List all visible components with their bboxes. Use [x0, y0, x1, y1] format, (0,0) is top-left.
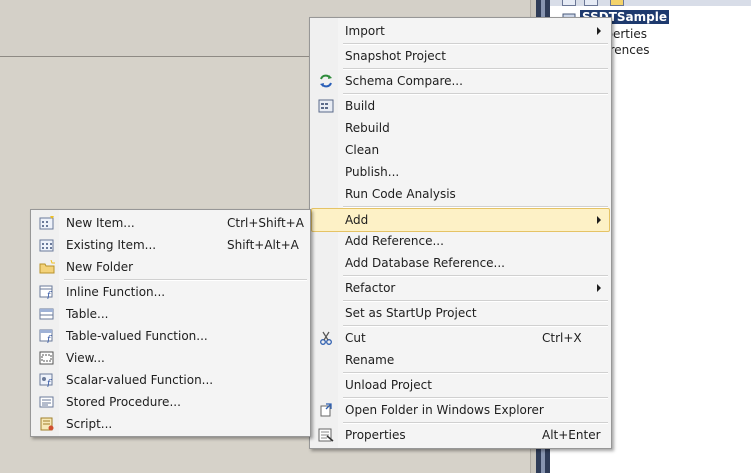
menu-item-table[interactable]: Table...: [33, 303, 308, 325]
menu-item-label: Script...: [66, 417, 113, 431]
menu-item-view[interactable]: View...: [33, 347, 308, 369]
script-icon: [39, 417, 55, 431]
menu-item-shortcut: Ctrl+X: [542, 331, 582, 345]
new-folder-icon: [39, 259, 55, 274]
build-icon: [318, 99, 334, 113]
menu-item-schema-compare[interactable]: Schema Compare...: [312, 70, 609, 92]
menu-item-label: Properties: [345, 428, 406, 442]
submenu-arrow-icon: [597, 27, 601, 35]
menu-item-clean[interactable]: Clean: [312, 139, 609, 161]
stored-procedure-icon: [39, 395, 55, 409]
menu-item-run-code-analysis[interactable]: Run Code Analysis: [312, 183, 609, 205]
project-context-menu: Import Snapshot Project Schema Compare... B…: [309, 17, 612, 449]
view-icon: [39, 351, 55, 365]
submenu-arrow-icon: [597, 216, 601, 224]
table-icon: [39, 307, 55, 321]
solution-explorer-toolbar: [550, 0, 751, 6]
menu-item-label: Build: [345, 99, 376, 113]
menu-item-add-database-reference[interactable]: Add Database Reference...: [312, 252, 609, 274]
toolbar-button-icon[interactable]: [562, 0, 576, 6]
menu-item-properties[interactable]: Properties Alt+Enter: [312, 424, 609, 446]
menu-item-label: Rebuild: [345, 121, 390, 135]
menu-item-label: Import: [345, 24, 385, 38]
menu-item-open-folder-in-windows-explorer[interactable]: Open Folder in Windows Explorer: [312, 399, 609, 421]
menu-item-label: Add: [345, 213, 369, 227]
menu-item-add[interactable]: Add: [311, 208, 610, 232]
menu-item-script[interactable]: Script...: [33, 413, 308, 435]
menu-item-label: Open Folder in Windows Explorer: [345, 403, 544, 417]
menu-item-import[interactable]: Import: [312, 20, 609, 42]
menu-item-label: Rename: [345, 353, 395, 367]
menu-item-set-as-startup-project[interactable]: Set as StartUp Project: [312, 302, 609, 324]
menu-item-label: Table...: [66, 307, 109, 321]
menu-item-label: Snapshot Project: [345, 49, 446, 63]
menu-item-label: Stored Procedure...: [66, 395, 181, 409]
menu-item-label: Schema Compare...: [345, 74, 463, 88]
menu-item-inline-function[interactable]: f Inline Function...: [33, 281, 308, 303]
menu-item-unload-project[interactable]: Unload Project: [312, 374, 609, 396]
menu-item-shortcut: Alt+Enter: [542, 428, 601, 442]
menu-item-table-valued-function[interactable]: f Table-valued Function...: [33, 325, 308, 347]
add-submenu: New Item... Ctrl+Shift+A Existing Item... S…: [30, 209, 311, 437]
submenu-arrow-icon: [597, 284, 601, 292]
toolbar-folder-icon[interactable]: [610, 0, 624, 6]
menu-item-add-reference[interactable]: Add Reference...: [312, 230, 609, 252]
menu-item-rename[interactable]: Rename: [312, 349, 609, 371]
menu-item-label: Scalar-valued Function...: [66, 373, 214, 387]
inline-function-icon: f: [39, 285, 55, 301]
scissors-icon: [318, 331, 334, 345]
menu-item-scalar-valued-function[interactable]: f Scalar-valued Function...: [33, 369, 308, 391]
menu-item-new-folder[interactable]: New Folder: [33, 256, 308, 278]
scalar-function-icon: f: [39, 373, 55, 389]
menu-item-shortcut: Shift+Alt+A: [227, 238, 299, 252]
menu-item-refactor[interactable]: Refactor: [312, 277, 609, 299]
menu-item-snapshot-project[interactable]: Snapshot Project: [312, 45, 609, 67]
menu-item-label: New Folder: [66, 260, 134, 274]
menu-item-cut[interactable]: Cut Ctrl+X: [312, 327, 609, 349]
menu-item-label: Cut: [345, 331, 366, 345]
menu-item-label: Add Reference...: [345, 234, 444, 248]
existing-item-icon: [39, 238, 55, 252]
menu-item-label: Table-valued Function...: [66, 329, 208, 343]
menu-item-shortcut: Ctrl+Shift+A: [227, 216, 304, 230]
menu-item-label: Run Code Analysis: [345, 187, 456, 201]
menu-item-label: Add Database Reference...: [345, 256, 505, 270]
menu-item-build[interactable]: Build: [312, 95, 609, 117]
menu-item-label: Set as StartUp Project: [345, 306, 477, 320]
menu-item-label: Inline Function...: [66, 285, 166, 299]
properties-icon: [318, 428, 334, 442]
table-valued-function-icon: f: [39, 329, 55, 345]
open-folder-icon: [318, 403, 334, 417]
schema-compare-icon: [318, 74, 334, 88]
menu-item-label: Clean: [345, 143, 380, 157]
new-item-icon: [39, 216, 55, 230]
menu-item-publish[interactable]: Publish...: [312, 161, 609, 183]
menu-item-label: Unload Project: [345, 378, 432, 392]
menu-item-label: New Item...: [66, 216, 135, 230]
menu-item-label: View...: [66, 351, 105, 365]
menu-item-label: Existing Item...: [66, 238, 157, 252]
menu-item-stored-procedure[interactable]: Stored Procedure...: [33, 391, 308, 413]
menu-item-label: Publish...: [345, 165, 400, 179]
menu-item-label: Refactor: [345, 281, 396, 295]
menu-item-rebuild[interactable]: Rebuild: [312, 117, 609, 139]
toolbar-button-icon[interactable]: [584, 0, 598, 6]
menu-item-existing-item[interactable]: Existing Item... Shift+Alt+A: [33, 234, 308, 256]
menu-item-new-item[interactable]: New Item... Ctrl+Shift+A: [33, 212, 308, 234]
